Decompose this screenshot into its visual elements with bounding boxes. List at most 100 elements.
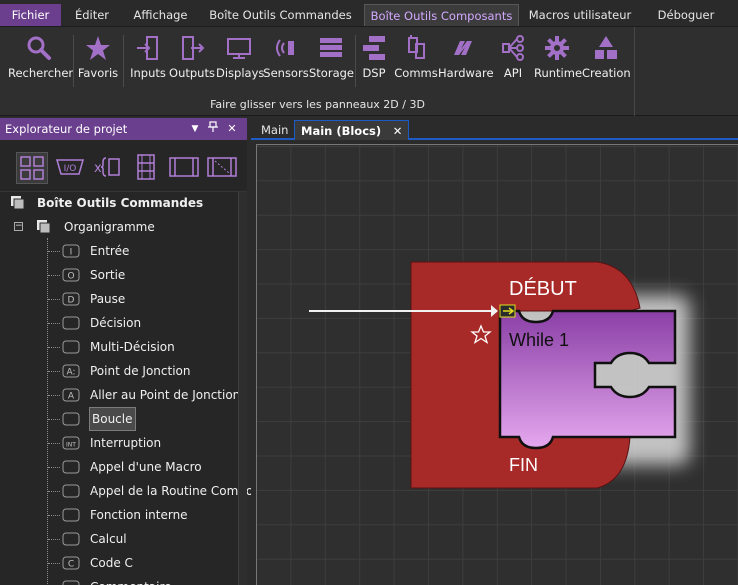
outputs-icon	[182, 36, 205, 60]
macro-icon[interactable]	[168, 152, 200, 184]
block-diagram: DÉBUT While 1 FIN	[309, 261, 690, 489]
menu-boite-outils-composants[interactable]: Boîte Outils Composants	[364, 4, 519, 26]
ribbon-button-creation[interactable]: Creation	[582, 35, 631, 91]
tree-branch-line	[48, 443, 60, 444]
tab-main-blocs[interactable]: Main (Blocs) ✕	[294, 120, 410, 140]
tree-branch-line	[48, 299, 60, 300]
menu-macros-utilisateur[interactable]: Macros utilisateur	[520, 4, 640, 26]
gear-icon	[545, 36, 569, 60]
menu-boite-outils-commandes[interactable]: Boîte Outils Commandes	[198, 4, 363, 26]
variables-icon[interactable]: x	[92, 152, 124, 184]
flowchart-node-icon	[62, 412, 80, 426]
explorer-toolbar: I/O x	[0, 140, 247, 192]
tree-item-label: Code C	[90, 556, 133, 570]
tree-item-label: Commentaire	[90, 576, 172, 585]
loop-label: While 1	[509, 330, 569, 350]
tree-root-label: Boîte Outils Commandes	[37, 196, 204, 210]
node-glyph: INT	[66, 442, 76, 449]
flowchart-node-icon	[62, 460, 80, 474]
menu-fichier[interactable]: Fichier	[0, 4, 61, 26]
grid-view-icon[interactable]	[16, 152, 48, 184]
tree-item-label: Pause	[90, 292, 126, 306]
pin-icon[interactable]	[206, 121, 220, 137]
explorer-scrollbar[interactable]	[238, 192, 247, 585]
tree-item-label: Multi-Décision	[90, 340, 175, 354]
flowchart-node-icon: C	[62, 556, 80, 570]
ribbon-button-rechercher[interactable]: Rechercher	[8, 35, 73, 91]
flowchart-node-icon: A:	[62, 364, 80, 378]
ribbon-button-dsp[interactable]: DSP	[358, 35, 390, 91]
tree-item-label: Appel d'une Macro	[90, 460, 202, 474]
menu-deboguer[interactable]: Déboguer	[640, 4, 732, 26]
tree-item-label: Point de Jonction	[90, 364, 191, 378]
pin-glyph	[208, 121, 218, 132]
ribbon-button-storage[interactable]: Storage	[309, 35, 354, 91]
tree-item-label: Calcul	[90, 532, 127, 546]
film-strip-icon[interactable]	[130, 152, 162, 184]
tree-branch-line	[48, 323, 60, 324]
ribbon-separator	[123, 35, 124, 87]
folder-stack-icon	[11, 196, 25, 210]
dsp-icon	[363, 36, 385, 60]
tab-main-blocs-label: Main (Blocs)	[301, 124, 382, 138]
project-explorer-panel: Explorateur de projet ▼ ✕ I/O x Boîte Ou…	[0, 118, 253, 585]
tree-item-label: Interruption	[90, 436, 162, 450]
ribbon-button-favoris[interactable]: Favoris	[77, 35, 119, 91]
inputs-icon	[137, 36, 158, 60]
tree-branch-line	[48, 371, 60, 372]
tree-branch-line	[48, 275, 60, 276]
tree-branch-line	[48, 467, 60, 468]
tab-main[interactable]: Main	[255, 120, 294, 140]
end-label: FIN	[509, 455, 538, 475]
node-glyph: A	[68, 392, 75, 402]
folder-stack-icon	[37, 220, 51, 234]
ribbon-button-hardware[interactable]: Hardware	[438, 35, 494, 91]
menu-affichage[interactable]: Affichage	[123, 4, 198, 26]
svg-text:x: x	[94, 161, 102, 176]
collapse-icon[interactable]: −	[14, 222, 23, 231]
tree-item-label: Boucle	[89, 407, 136, 431]
api-icon	[502, 35, 524, 61]
explorer-title: Explorateur de projet	[5, 122, 128, 136]
ribbon-button-inputs[interactable]: Inputs	[128, 35, 168, 91]
start-label: DÉBUT	[509, 277, 577, 300]
flowchart-node-icon: O	[62, 268, 80, 282]
ribbon: Rechercher Favoris Inputs Outputs Displa…	[0, 27, 738, 116]
tree-branch-line	[48, 395, 60, 396]
ribbon-button-api[interactable]: API	[495, 35, 531, 91]
flowchart-node-icon	[62, 508, 80, 522]
tree-item-label: Entrée	[90, 244, 130, 258]
ribbon-group-components: Rechercher Favoris Inputs Outputs Displa…	[0, 27, 635, 116]
flowchart-node-icon	[62, 316, 80, 330]
ribbon-button-sensors[interactable]: Sensors	[263, 35, 309, 91]
close-tab-icon[interactable]: ✕	[393, 124, 403, 138]
ribbon-separator	[73, 35, 74, 87]
editor-area: Main Main (Blocs) ✕ DÉBUT While 1 FIN	[251, 118, 738, 585]
ribbon-button-displays[interactable]: Displays	[216, 35, 264, 91]
io-icon[interactable]: I/O	[54, 152, 86, 184]
ribbon-button-outputs[interactable]: Outputs	[169, 35, 215, 91]
flowchart-node-icon	[62, 532, 80, 546]
tree-group-label: Organigramme	[64, 220, 155, 234]
menu-editer[interactable]: Éditer	[61, 4, 123, 26]
ribbon-caption: Faire glisser vers les panneaux 2D / 3D	[210, 98, 425, 111]
node-glyph: C	[68, 560, 74, 570]
node-glyph: O	[67, 272, 74, 282]
ribbon-button-runtime[interactable]: Runtime	[534, 35, 582, 91]
tree-item-label: Appel de la Routine Compo	[90, 484, 254, 498]
tree-guide-line	[47, 238, 48, 585]
menu-bar: Fichier Éditer Affichage Boîte Outils Co…	[0, 0, 738, 27]
node-glyph: D	[68, 296, 75, 306]
dropdown-icon[interactable]: ▼	[188, 121, 202, 137]
block-canvas[interactable]: DÉBUT While 1 FIN	[256, 144, 738, 585]
tree-branch-line	[48, 491, 60, 492]
hardware-icon	[454, 41, 472, 55]
tree-item-label: Aller au Point de Jonction	[90, 388, 241, 402]
close-icon[interactable]: ✕	[225, 121, 239, 137]
project-tree: Boîte Outils Commandes − Organigramme I E…	[0, 192, 253, 585]
flowchart-node-icon	[62, 340, 80, 354]
star-icon	[86, 36, 110, 60]
document-tabbar: Main Main (Blocs) ✕	[251, 118, 738, 140]
ribbon-button-comms[interactable]: Comms	[394, 35, 438, 91]
component-icon[interactable]	[206, 152, 238, 184]
